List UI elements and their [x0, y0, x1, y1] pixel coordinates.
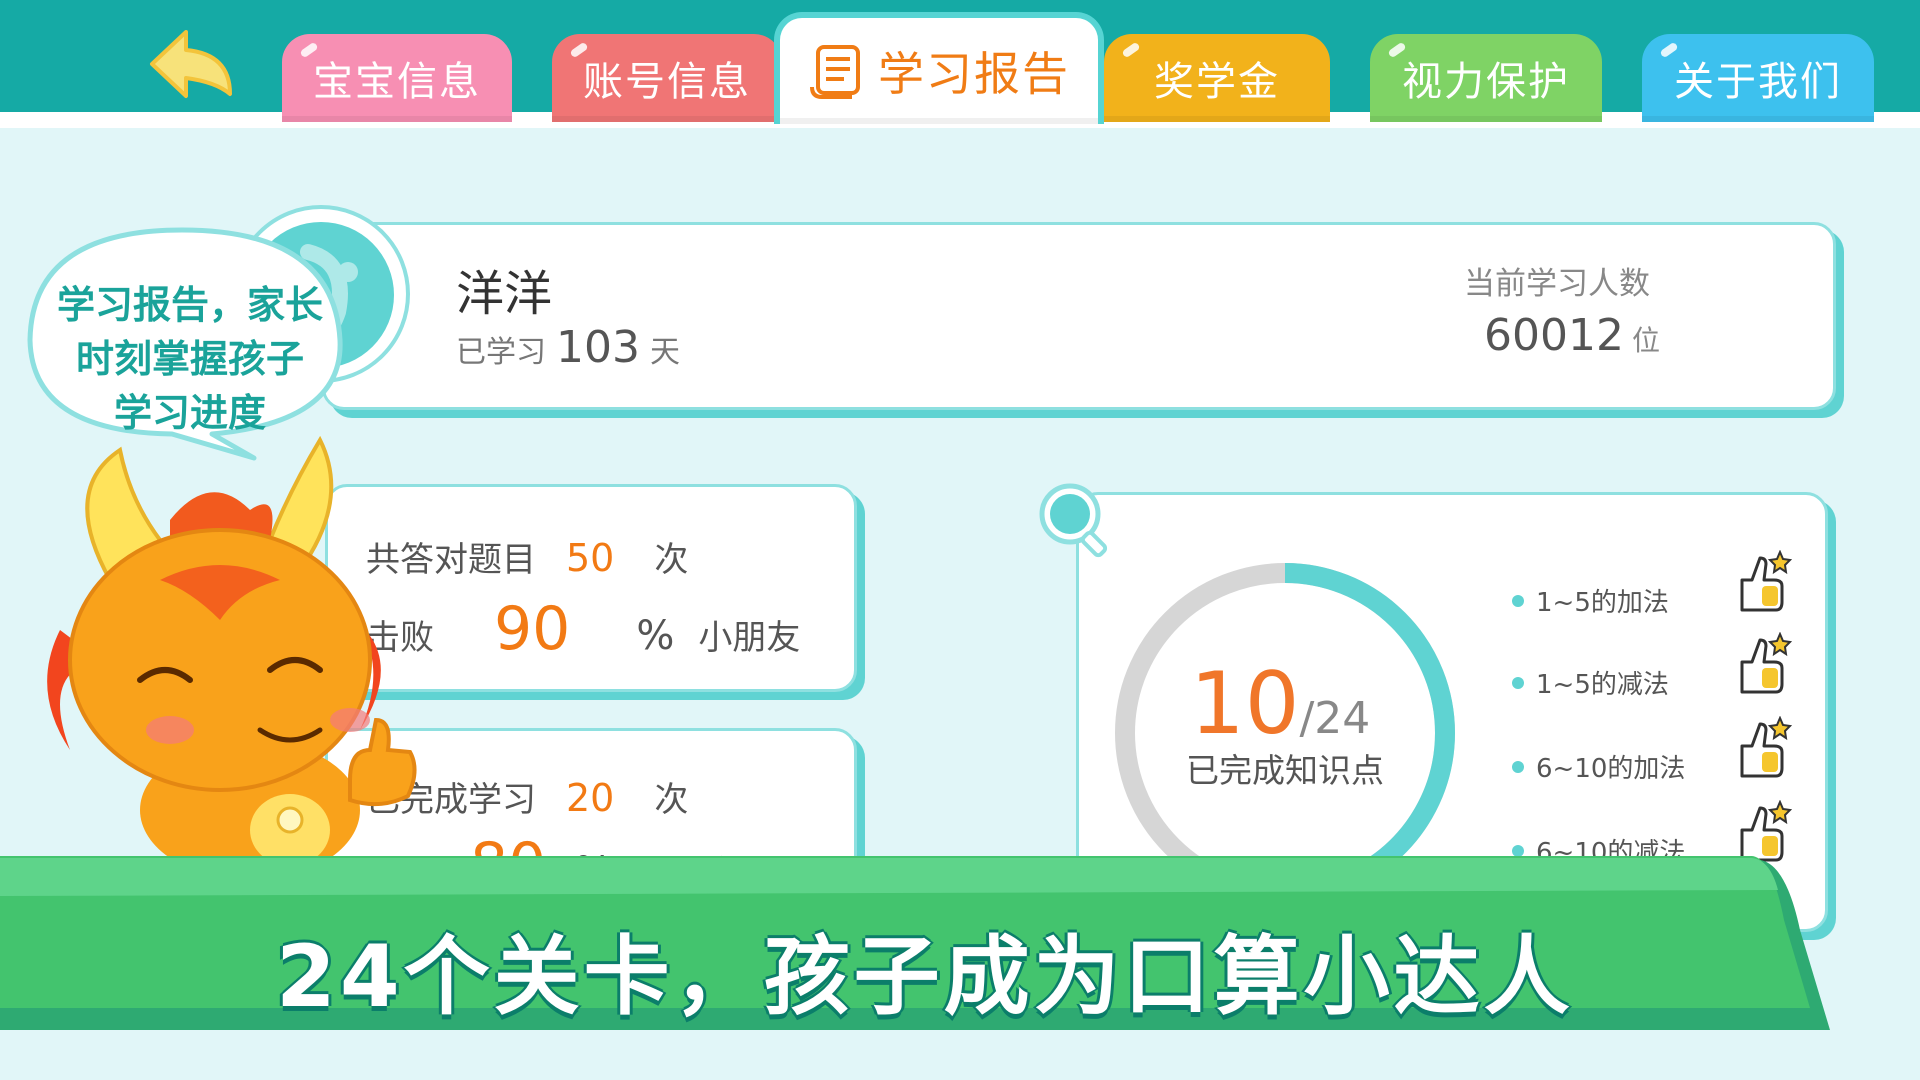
promo-banner-text: 24个关卡，孩子成为口算小达人 [276, 927, 1574, 1027]
